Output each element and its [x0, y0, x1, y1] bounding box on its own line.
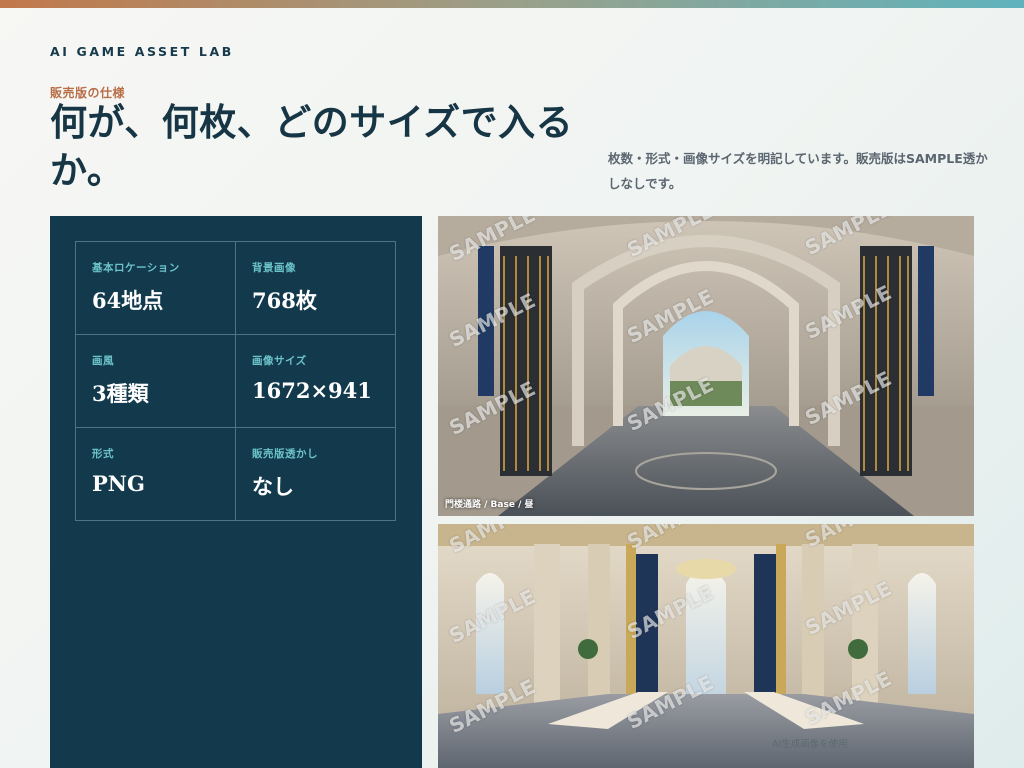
sample-image-palace-hall: SAMPLE SAMPLE SAMPLE SAMPLE SAMPLE SAMPL… [438, 524, 974, 768]
page-title: 何が、何枚、どのサイズで入るか。 [50, 100, 574, 192]
brand-name: AI GAME ASSET LAB [50, 44, 234, 59]
spec-value: 1672×941 [252, 378, 372, 403]
spec-cell-styles: 画風 3種類 [76, 335, 236, 428]
ai-credit-note: AI生成画像を使用 [772, 739, 848, 750]
spec-value: 64地点 [92, 288, 164, 313]
palace-hall-illustration [438, 524, 974, 768]
spec-label: 基本ロケーション [92, 262, 180, 274]
spec-label: 背景画像 [252, 262, 296, 274]
spec-value: PNG [92, 471, 145, 496]
spec-cell-watermark: 販売版透かし なし [236, 428, 396, 520]
spec-cell-format: 形式 PNG [76, 428, 236, 520]
top-accent-bar [0, 0, 1024, 8]
gatehouse-illustration [438, 216, 974, 516]
spec-cell-backgrounds: 背景画像 768枚 [236, 242, 396, 335]
lead-text: 枚数・形式・画像サイズを明記しています。販売版はSAMPLE透かしなしです。 [608, 151, 988, 191]
spec-value: 3種類 [92, 381, 149, 406]
spec-label: 画風 [92, 355, 114, 367]
sample-image-gatehouse: SAMPLE SAMPLE SAMPLE SAMPLE SAMPLE SAMPL… [438, 216, 974, 516]
spec-value: なし [252, 474, 294, 499]
spec-value: 768枚 [252, 288, 317, 313]
spec-label: 形式 [92, 448, 114, 460]
spec-cell-image-size: 画像サイズ 1672×941 [236, 335, 396, 428]
spec-grid: 基本ロケーション 64地点 背景画像 768枚 画風 3種類 画像サイズ 167… [75, 241, 396, 521]
image-caption: 門楼通路 / Base / 昼 [445, 500, 534, 510]
spec-panel: 基本ロケーション 64地点 背景画像 768枚 画風 3種類 画像サイズ 167… [50, 216, 422, 768]
spec-label: 画像サイズ [252, 355, 307, 367]
spec-cell-locations: 基本ロケーション 64地点 [76, 242, 236, 335]
spec-label: 販売版透かし [252, 448, 318, 460]
